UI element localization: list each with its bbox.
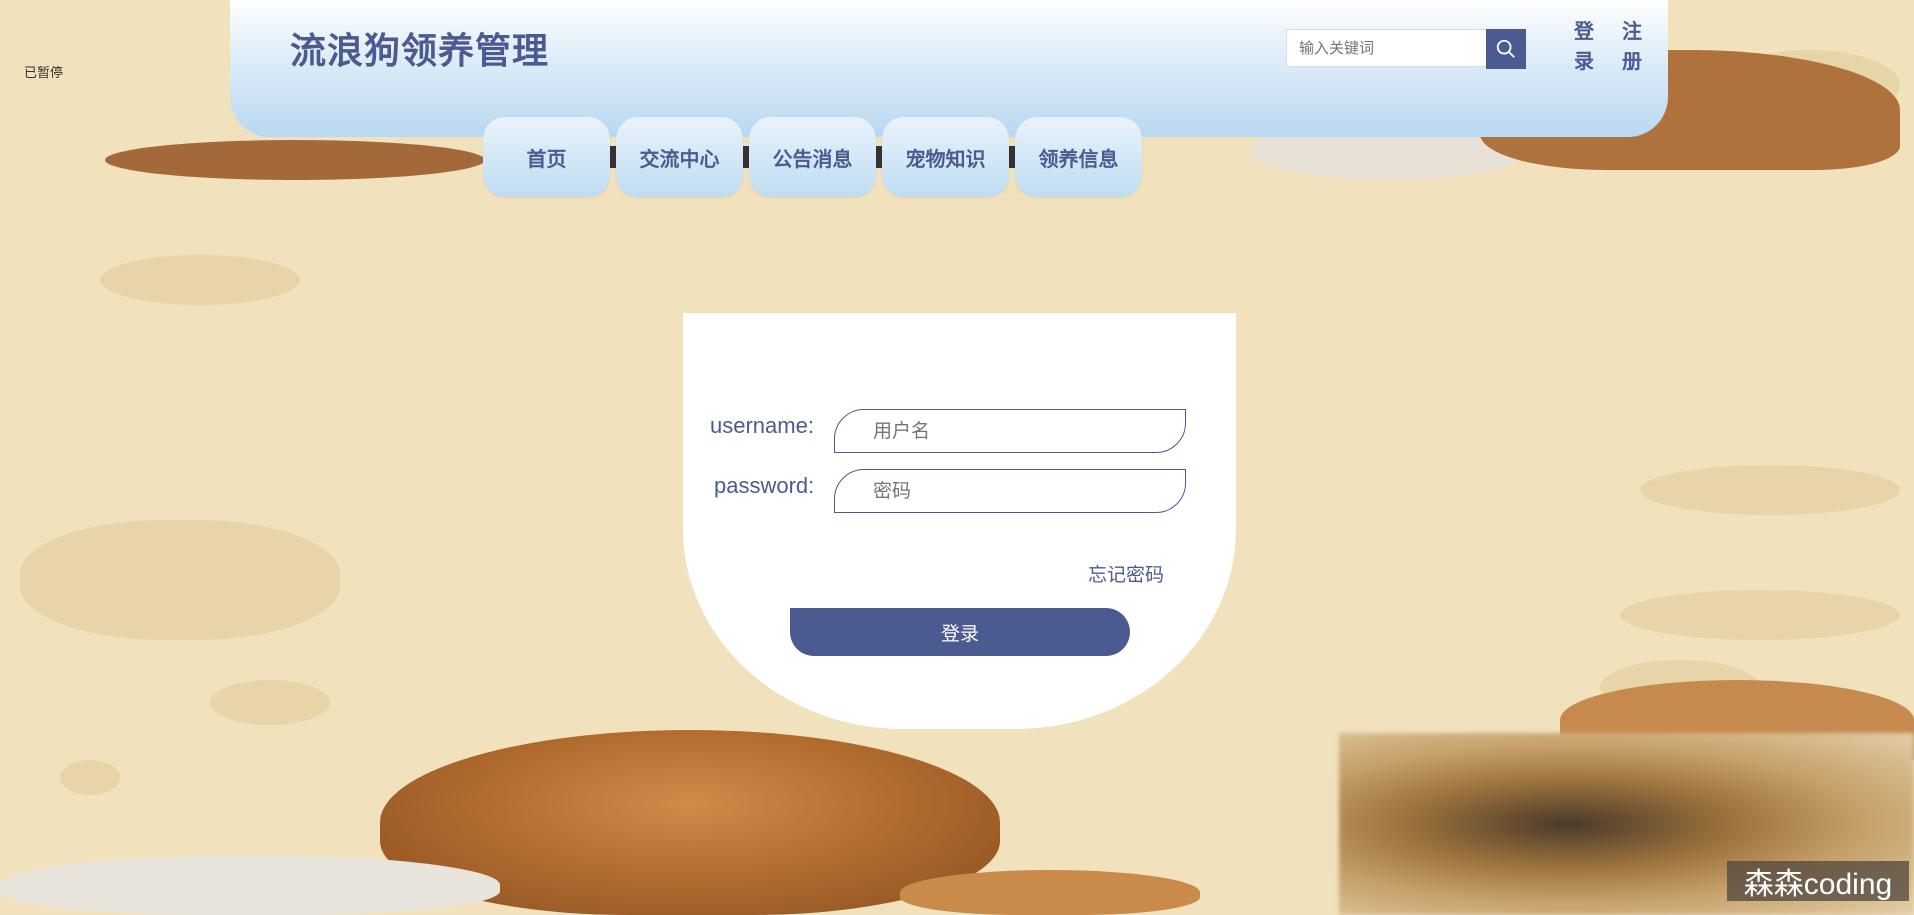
main-nav: 首页 交流中心 公告消息 宠物知识 领养信息 [483,117,1142,197]
forgot-password-link[interactable]: 忘记密码 [1088,560,1164,587]
username-label: username: [710,413,814,438]
login-button[interactable]: 登录 [790,608,1130,656]
dog-image [0,855,500,915]
paw-decoration [60,760,120,795]
nav-tab-home[interactable]: 首页 [483,117,610,197]
watermark: 森森coding [1727,861,1909,901]
login-link[interactable]: 登录 [1572,16,1596,76]
search-icon [1496,39,1515,58]
nav-tab-adoption-info[interactable]: 领养信息 [1015,117,1142,197]
paw-decoration [20,520,340,640]
nav-divider [876,146,882,168]
nav-tab-community[interactable]: 交流中心 [616,117,743,197]
pause-indicator: 已暂停 [24,65,64,80]
search-bar [1286,29,1526,69]
dog-image [105,140,485,180]
password-input[interactable] [834,469,1186,513]
nav-tab-pet-knowledge[interactable]: 宠物知识 [882,117,1009,197]
dog-image [900,870,1200,915]
nav-tab-announcements[interactable]: 公告消息 [749,117,876,197]
login-card: username: password: 忘记密码 登录 [683,313,1236,729]
paw-decoration [1620,590,1900,640]
search-button[interactable] [1486,29,1526,69]
nav-divider [610,146,616,168]
paw-decoration [1640,465,1900,515]
paw-decoration [210,680,330,725]
site-title: 流浪狗领养管理 [290,31,550,72]
search-input[interactable] [1286,29,1486,67]
nav-divider [1009,146,1015,168]
username-input[interactable] [834,409,1186,453]
register-link[interactable]: 注册 [1620,16,1644,76]
paw-decoration [100,255,300,305]
password-label: password: [714,473,815,498]
nav-divider [743,146,749,168]
